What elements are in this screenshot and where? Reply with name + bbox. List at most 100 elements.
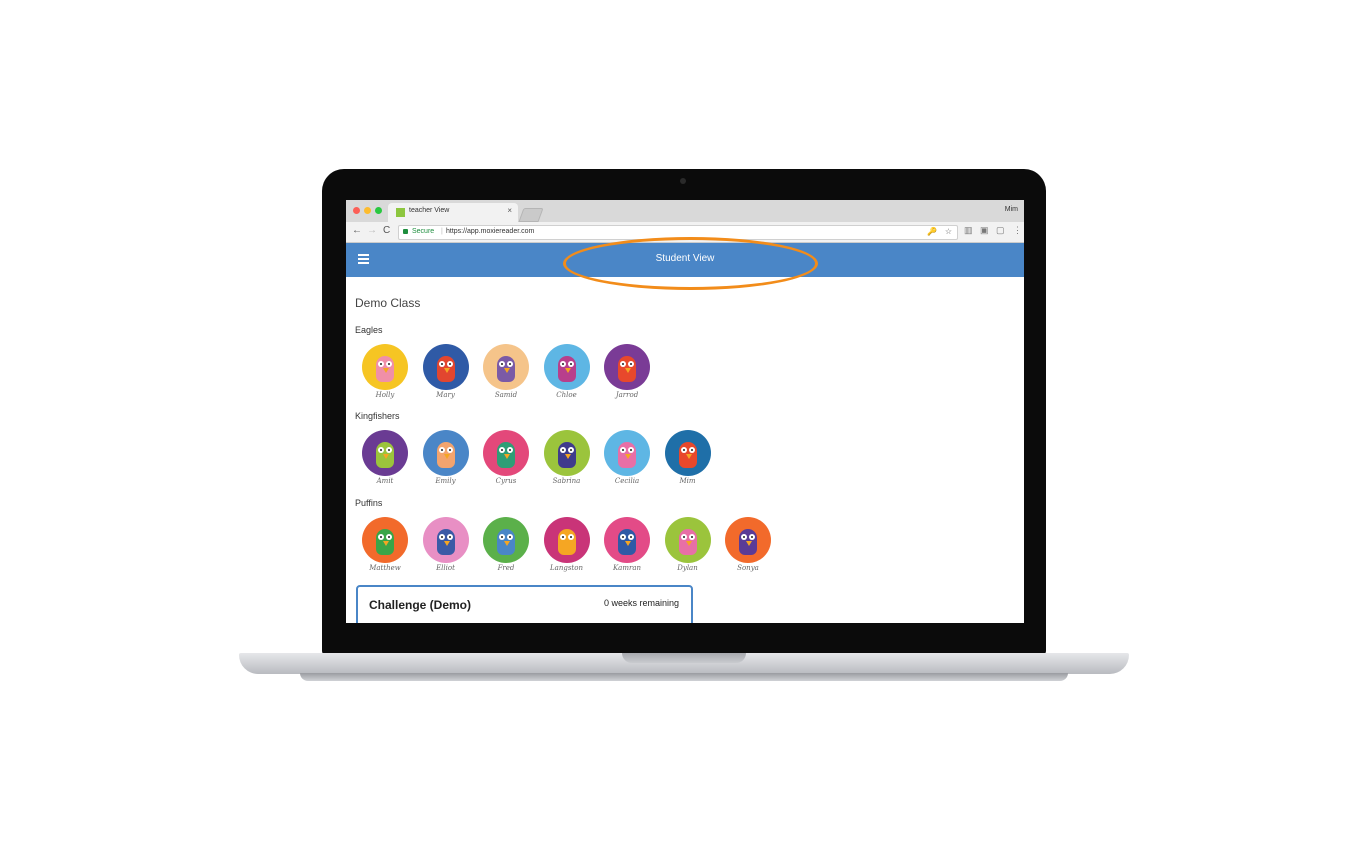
- student-avatar[interactable]: [483, 344, 529, 390]
- bird-eye-icon: [567, 447, 574, 453]
- student-name[interactable]: Cyrus: [476, 477, 536, 485]
- student-name[interactable]: Emily: [416, 477, 476, 485]
- challenge-card[interactable]: Challenge (Demo) 0 weeks remaining: [356, 585, 693, 623]
- window-close-icon[interactable]: [353, 207, 360, 214]
- student-name[interactable]: Amit: [355, 477, 415, 485]
- extension-icon[interactable]: ▢: [996, 225, 1005, 236]
- bird-eye-icon: [438, 447, 445, 453]
- browser-menu-icon[interactable]: ⋮: [1013, 225, 1022, 236]
- student-avatar[interactable]: [422, 344, 469, 390]
- extension-icon[interactable]: ▥: [964, 225, 973, 236]
- challenge-remaining: 0 weeks remaining: [603, 598, 679, 608]
- student-avatar[interactable]: [664, 517, 711, 563]
- bird-eye-icon: [378, 447, 384, 453]
- bird-eye-icon: [559, 361, 566, 367]
- bird-beak-icon: [383, 454, 389, 459]
- bird-eye-icon: [688, 534, 695, 540]
- bird-eye-icon: [499, 447, 505, 453]
- bird-eye-icon: [507, 447, 513, 453]
- bird-beak-icon: [504, 454, 510, 459]
- browser-tabbar: teacher View × Mim: [346, 200, 1024, 222]
- bird-eye-icon: [567, 534, 574, 540]
- secure-label: Secure: [412, 228, 435, 235]
- bird-eye-icon: [628, 534, 634, 540]
- student-avatar[interactable]: [543, 430, 590, 476]
- extension-icon[interactable]: ▣: [980, 225, 989, 236]
- bird-beak-icon: [685, 454, 692, 459]
- student-name[interactable]: Fred: [476, 564, 536, 572]
- student-avatar[interactable]: [604, 430, 650, 476]
- bird-eye-icon: [559, 534, 566, 540]
- student-avatar[interactable]: [422, 430, 469, 476]
- student-name[interactable]: Elliot: [416, 564, 476, 572]
- lock-icon: [403, 229, 408, 234]
- bird-eye-icon: [386, 447, 392, 453]
- browser-profile-name[interactable]: Mim: [1005, 206, 1018, 213]
- bird-eye-icon: [749, 534, 755, 540]
- bird-beak-icon: [564, 368, 571, 373]
- forward-button[interactable]: →: [367, 225, 377, 236]
- bird-beak-icon: [746, 541, 752, 546]
- bird-beak-icon: [685, 541, 692, 546]
- student-avatar[interactable]: [604, 517, 650, 563]
- student-avatar[interactable]: [362, 517, 408, 563]
- challenge-title: Challenge (Demo): [369, 598, 472, 612]
- back-button[interactable]: ←: [352, 225, 362, 236]
- window-minimize-icon[interactable]: [364, 207, 371, 214]
- bookmark-star-icon[interactable]: ☆: [945, 227, 952, 236]
- bird-eye-icon: [446, 361, 453, 367]
- student-avatar[interactable]: [483, 517, 529, 563]
- favicon-icon: [396, 208, 405, 217]
- student-name[interactable]: Kamran: [597, 564, 657, 572]
- student-avatar[interactable]: [362, 344, 408, 390]
- student-name[interactable]: Langston: [537, 564, 597, 572]
- bird-eye-icon: [680, 447, 687, 453]
- student-avatar[interactable]: [362, 430, 408, 476]
- bird-eye-icon: [620, 361, 626, 367]
- student-avatar[interactable]: [664, 430, 711, 476]
- student-avatar[interactable]: [543, 517, 590, 563]
- bird-eye-icon: [446, 447, 453, 453]
- bird-eye-icon: [620, 447, 626, 453]
- student-avatar[interactable]: [483, 430, 529, 476]
- student-name[interactable]: Chloe: [537, 391, 597, 399]
- bird-eye-icon: [386, 534, 392, 540]
- new-tab-button[interactable]: [518, 208, 544, 222]
- bird-beak-icon: [504, 541, 510, 546]
- student-avatar[interactable]: [422, 517, 469, 563]
- student-name[interactable]: Holly: [355, 391, 415, 399]
- bird-eye-icon: [559, 447, 566, 453]
- student-name[interactable]: Cecilia: [597, 477, 657, 485]
- browser-tab[interactable]: teacher View ×: [388, 203, 518, 222]
- bird-beak-icon: [625, 454, 631, 459]
- reload-button[interactable]: C: [383, 225, 390, 236]
- student-name[interactable]: Sabrina: [537, 477, 597, 485]
- highlight-ring: [563, 237, 818, 290]
- student-avatar[interactable]: [604, 344, 650, 390]
- window-maximize-icon[interactable]: [375, 207, 382, 214]
- bird-eye-icon: [446, 534, 453, 540]
- bird-beak-icon: [443, 541, 450, 546]
- student-name[interactable]: Mim: [658, 477, 718, 485]
- bird-beak-icon: [443, 368, 450, 373]
- student-name[interactable]: Samid: [476, 391, 536, 399]
- group-title: Eagles: [355, 325, 383, 335]
- student-name[interactable]: Jarrod: [597, 391, 657, 399]
- student-name[interactable]: Dylan: [658, 564, 718, 572]
- tab-close-icon[interactable]: ×: [507, 206, 512, 215]
- bird-eye-icon: [438, 361, 445, 367]
- bird-eye-icon: [741, 534, 747, 540]
- student-avatar[interactable]: [725, 517, 771, 563]
- student-name[interactable]: Matthew: [355, 564, 415, 572]
- bird-beak-icon: [564, 541, 571, 546]
- bird-eye-icon: [438, 534, 445, 540]
- tab-title: teacher View: [409, 207, 450, 214]
- key-icon[interactable]: 🔑: [927, 227, 937, 236]
- student-avatar[interactable]: [543, 344, 590, 390]
- student-name[interactable]: Sonya: [718, 564, 778, 572]
- group-title: Puffins: [355, 498, 383, 508]
- url-text[interactable]: https://app.moxiereader.com: [446, 228, 534, 235]
- student-name[interactable]: Mary: [416, 391, 476, 399]
- url-separator: |: [441, 228, 443, 235]
- bird-eye-icon: [378, 361, 384, 367]
